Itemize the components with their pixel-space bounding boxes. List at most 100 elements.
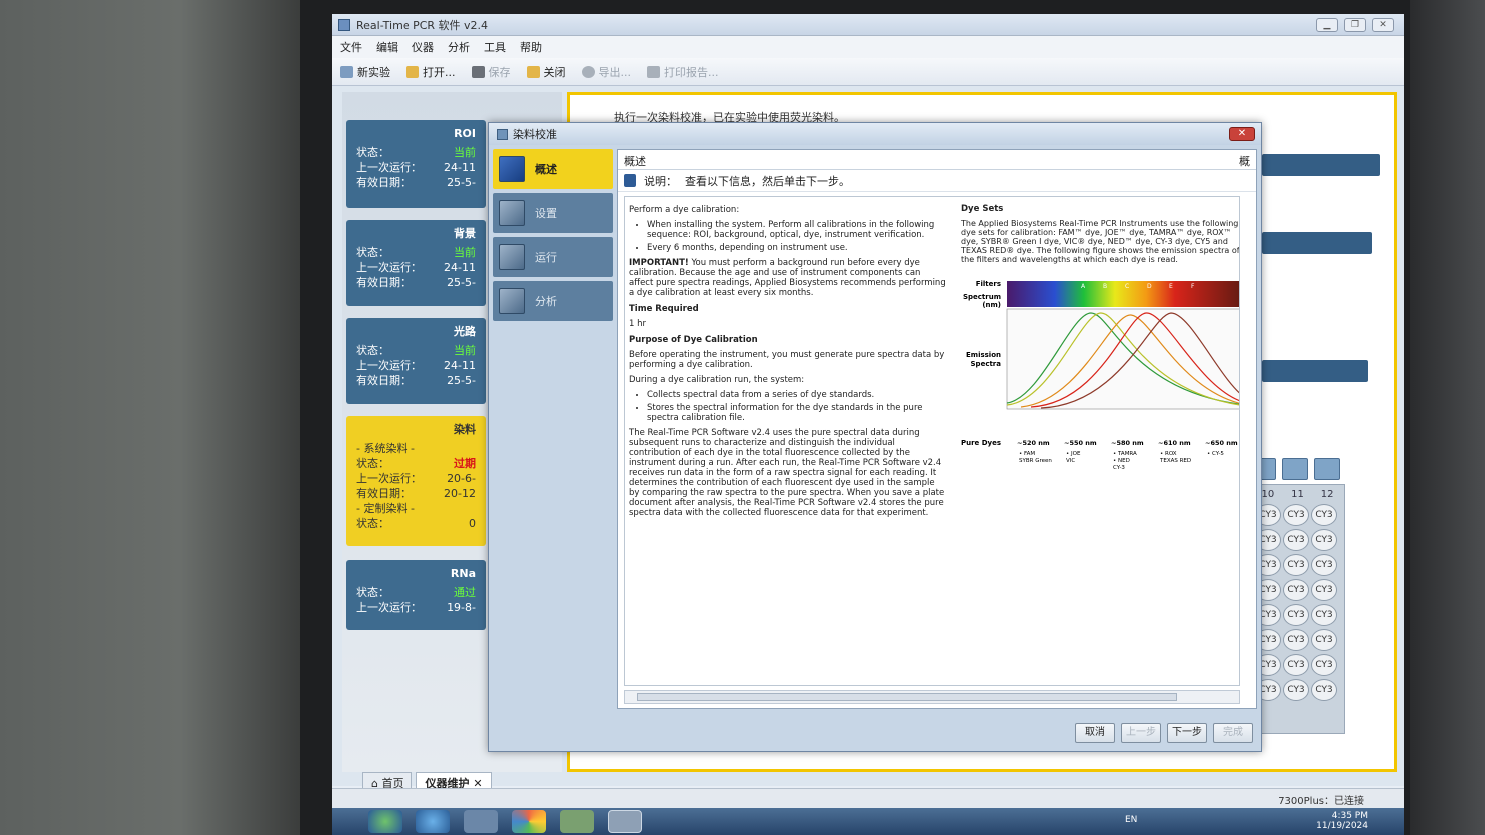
plate-well[interactable]: CY3 — [1311, 629, 1337, 651]
ie-icon[interactable] — [416, 810, 450, 833]
horizontal-scrollbar[interactable] — [624, 690, 1240, 704]
overview-document[interactable]: Perform a dye calibration: When installi… — [624, 196, 1240, 686]
card-optical[interactable]: 光路 状态： 当前 上一次运行： 24-11 有效日期： 25-5- — [346, 318, 486, 404]
dialog-section-header: 概述 概 — [618, 150, 1256, 170]
new-label: 新实验 — [357, 65, 390, 79]
close-window-button[interactable]: ✕ — [1372, 17, 1394, 32]
dialog-body: 概述 概 说明： 查看以下信息，然后单击下一步。 Perform a dye c… — [617, 149, 1257, 709]
card-row: 有效日期： 25-5- — [356, 276, 476, 289]
status-bar: 7300Plus：已连接 — [332, 788, 1404, 808]
export-button[interactable]: 导出... — [581, 64, 631, 80]
menu-tools[interactable]: 工具 — [484, 39, 506, 55]
connection-status: 7300Plus：已连接 — [1278, 796, 1364, 807]
menu-file[interactable]: 文件 — [340, 39, 362, 55]
step-run[interactable]: 运行 — [493, 237, 613, 277]
doc-important: IMPORTANT! You must perform a background… — [629, 258, 946, 298]
spectra-label: Spectra — [971, 360, 1002, 368]
plate-well[interactable]: CY3 — [1283, 529, 1309, 551]
plate-well[interactable]: CY3 — [1283, 554, 1309, 576]
spectrum-label: Spectrum — [963, 293, 1001, 301]
app-taskbar-icon[interactable] — [560, 810, 594, 833]
next-button[interactable]: 下一步 — [1167, 723, 1207, 743]
panel-header-bar — [1262, 360, 1368, 382]
menu-instrument[interactable]: 仪器 — [412, 39, 434, 55]
start-icon[interactable] — [368, 810, 402, 833]
card-title: ROI — [454, 127, 476, 140]
toolbar: 新实验 打开... 保存 关闭 导出... 打印报告... — [332, 58, 1404, 86]
plate-well[interactable]: CY3 — [1311, 604, 1337, 626]
plate-well[interactable]: CY3 — [1311, 654, 1337, 676]
menu-help[interactable]: 帮助 — [520, 39, 542, 55]
pcr-taskbar-icon[interactable] — [608, 810, 642, 833]
note-text: 查看以下信息，然后单击下一步。 — [685, 174, 850, 188]
print-report-button[interactable]: 打印报告... — [647, 64, 719, 80]
new-experiment-button[interactable]: 新实验 — [340, 64, 390, 80]
plate-well[interactable]: CY3 — [1311, 529, 1337, 551]
menu-edit[interactable]: 编辑 — [376, 39, 398, 55]
doc-purpose-heading: Purpose of Dye Calibration — [629, 335, 758, 345]
filter-letter: F — [1191, 283, 1195, 290]
doc-left-column: Perform a dye calibration: When installi… — [629, 205, 947, 523]
card-dye[interactable]: 染料 - 系统染料 - 状态： 过期 上一次运行： 20-6- 有效日期： 20-12… — [346, 416, 486, 546]
card-row: 上一次运行： 24-11 — [356, 161, 476, 174]
plate-select-icon[interactable] — [1314, 458, 1340, 480]
doc-time-value: 1 hr — [629, 319, 646, 329]
filters-label: Filters — [976, 280, 1001, 288]
plate-well[interactable]: CY3 — [1311, 554, 1337, 576]
scrollbar-thumb[interactable] — [637, 693, 1177, 701]
taskbar: EN 4:35 PM 11/19/2024 — [332, 808, 1404, 835]
menu-bar: 文件 编辑 仪器 分析 工具 帮助 — [332, 36, 1404, 58]
finish-button[interactable]: 完成 — [1213, 723, 1253, 743]
step-setup[interactable]: 设置 — [493, 193, 613, 233]
explorer-icon[interactable] — [464, 810, 498, 833]
save-button[interactable]: 保存 — [471, 64, 511, 80]
card-background[interactable]: 背景 状态： 当前 上一次运行： 24-11 有效日期： 25-5- — [346, 220, 486, 306]
emission-plot-area — [1006, 308, 1239, 410]
print-label: 打印报告... — [664, 65, 719, 79]
plate-well[interactable]: CY3 — [1311, 679, 1337, 701]
pure-dye-name: • CY-5 — [1207, 451, 1224, 457]
previous-button[interactable]: 上一步 — [1121, 723, 1161, 743]
open-button[interactable]: 打开... — [406, 64, 456, 80]
doc-bullet: When installing the system. Perform all … — [647, 220, 947, 240]
system-dyes-label: - 系统染料 - — [356, 442, 415, 455]
step-overview[interactable]: 概述 — [493, 149, 613, 189]
plate-well[interactable]: CY3 — [1283, 579, 1309, 601]
plate-well[interactable]: CY3 — [1311, 579, 1337, 601]
card-roi[interactable]: ROI 状态： 当前 上一次运行： 24-11 有效日期： 25-5- — [346, 120, 486, 208]
plate-well[interactable]: CY3 — [1311, 504, 1337, 526]
doc-purpose-text: Before operating the instrument, you mus… — [629, 350, 945, 370]
plate-table-icon[interactable] — [1282, 458, 1308, 480]
card-row: 状态： 当前 — [356, 344, 476, 357]
window-controls: ▁ ❐ ✕ — [1316, 17, 1404, 32]
folder-close-icon — [526, 65, 540, 78]
cancel-button[interactable]: 取消 — [1075, 723, 1115, 743]
dyesets-text: The Applied Biosystems Real-Time PCR Ins… — [961, 219, 1240, 264]
minimize-button[interactable]: ▁ — [1316, 17, 1338, 32]
plate-well[interactable]: CY3 — [1283, 629, 1309, 651]
setup-icon — [499, 200, 525, 226]
card-row: 有效日期： 25-5- — [356, 374, 476, 387]
step-analysis[interactable]: 分析 — [493, 281, 613, 321]
card-rnase[interactable]: RNa 状态： 通过 上一次运行： 19-8- — [346, 560, 486, 630]
export-icon — [581, 65, 595, 78]
menu-analysis[interactable]: 分析 — [448, 39, 470, 55]
plate-well[interactable]: CY3 — [1283, 654, 1309, 676]
system-clock[interactable]: 4:35 PM 11/19/2024 — [1316, 811, 1368, 831]
pure-dyes-label: Pure Dyes — [961, 439, 1001, 447]
save-label: 保存 — [488, 65, 511, 79]
folder-icon — [406, 65, 419, 78]
close-button[interactable]: 关闭 — [526, 64, 566, 80]
chrome-icon[interactable] — [512, 810, 546, 833]
card-title: 背景 — [454, 227, 476, 240]
language-indicator[interactable]: EN — [1125, 815, 1137, 825]
monitor-side — [1410, 0, 1485, 835]
plate-well[interactable]: CY3 — [1283, 604, 1309, 626]
pure-dye-name: • JOE — [1066, 451, 1081, 457]
dialog-close-button[interactable]: ✕ — [1229, 127, 1255, 141]
maximize-button[interactable]: ❐ — [1344, 17, 1366, 32]
filter-letter: B — [1103, 283, 1107, 290]
filter-letter: D — [1147, 283, 1152, 290]
plate-well[interactable]: CY3 — [1283, 504, 1309, 526]
plate-well[interactable]: CY3 — [1283, 679, 1309, 701]
